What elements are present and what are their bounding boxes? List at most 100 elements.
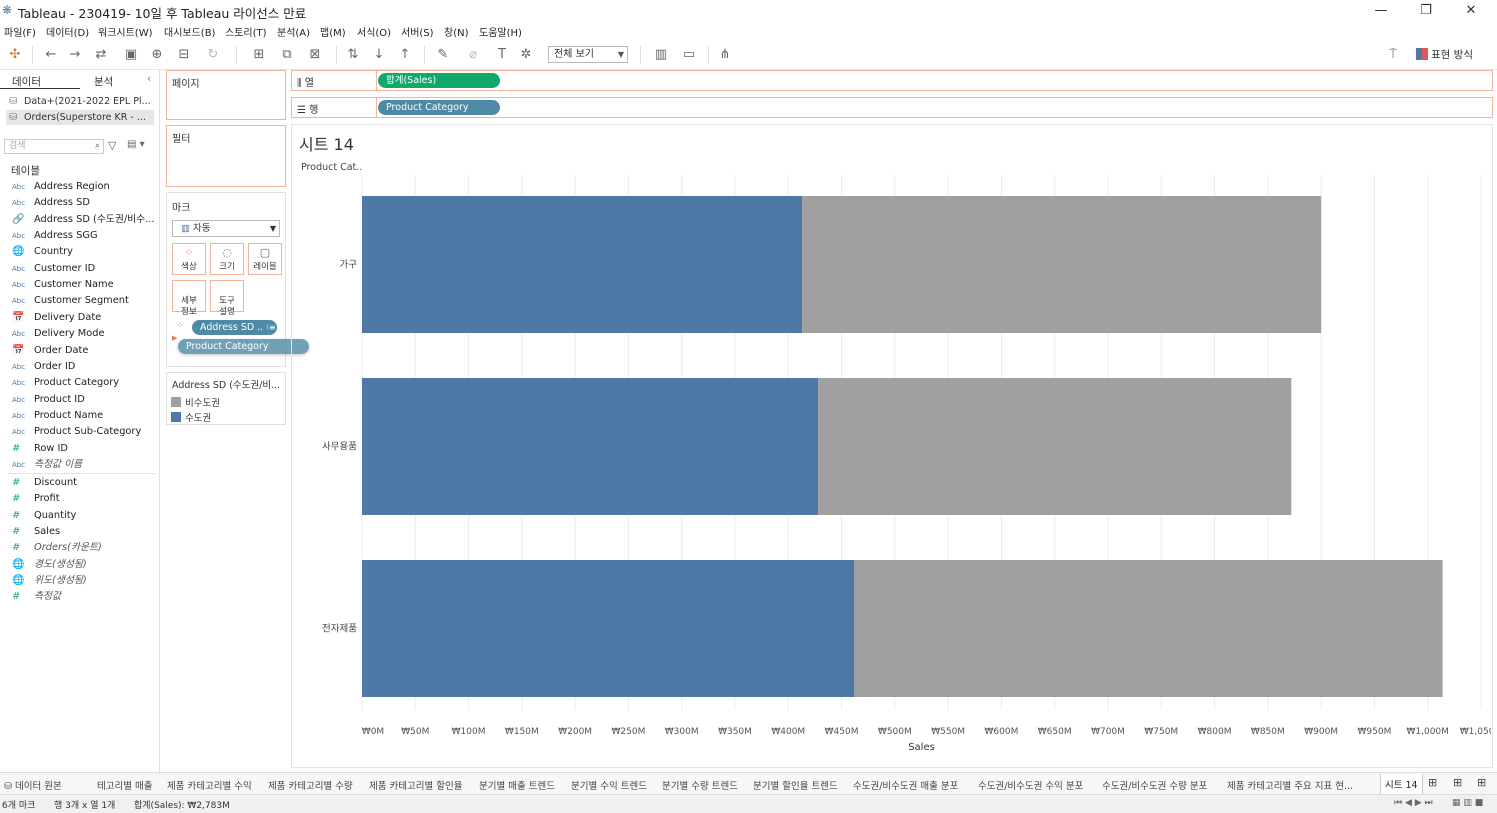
columns-shelf[interactable]: ⫼ 열 합계(Sales) xyxy=(291,70,1493,91)
sheet-tab[interactable]: 제품 카테고리별 주요 지표 현... xyxy=(1227,778,1353,792)
menu-dashboard[interactable]: 대시보드(B) xyxy=(164,24,215,39)
legend-item[interactable]: 비수도권 xyxy=(171,395,220,409)
field-item[interactable]: Abc Delivery Mode xyxy=(0,326,158,342)
pause-updates-icon[interactable]: ⊟ xyxy=(172,46,196,64)
clear-sheet-icon[interactable]: ⊠ xyxy=(302,46,328,64)
sheet-tab[interactable]: 제품 카테고리별 할인율 xyxy=(369,778,462,792)
field-item[interactable]: # Quantity xyxy=(0,508,158,524)
swap-axes-icon[interactable]: ⇅ xyxy=(344,46,362,64)
sheet-tab[interactable]: 분기별 수익 트렌드 xyxy=(571,778,647,792)
sheet-tab[interactable]: 분기별 할인율 트렌드 xyxy=(753,778,838,792)
menu-window[interactable]: 창(N) xyxy=(444,24,468,39)
field-item[interactable]: # 측정값 xyxy=(0,589,158,605)
sheet-tab[interactable]: 시트 14 xyxy=(1380,774,1423,795)
field-item[interactable]: Abc Customer ID xyxy=(0,261,158,277)
tab-data[interactable]: 데이터 xyxy=(12,74,41,89)
label-button[interactable]: ▢ 레이블 xyxy=(248,243,282,275)
restore-icon[interactable]: ❐ xyxy=(1416,2,1436,20)
undo-icon[interactable]: ← xyxy=(42,46,60,64)
guide-icon[interactable]: ⍑ xyxy=(1384,46,1402,64)
field-item[interactable]: # Row ID xyxy=(0,441,158,457)
dragged-field-pill[interactable]: Product Category xyxy=(178,339,309,354)
duplicate-sheet-icon[interactable]: ⧉ xyxy=(278,46,296,64)
menu-data[interactable]: 데이터(D) xyxy=(46,24,89,39)
sort-ascending-icon[interactable]: ↓ xyxy=(370,46,388,64)
field-item[interactable]: 🔗 Address SD (수도권/비수... xyxy=(0,212,158,228)
new-worksheet-icon[interactable]: ⊞ xyxy=(246,46,272,64)
sheet-tab[interactable]: 분기별 매출 트렌드 xyxy=(479,778,555,792)
share-icon[interactable]: ⋔ xyxy=(716,46,734,64)
legend-item[interactable]: 수도권 xyxy=(171,410,211,424)
new-worksheet-icon[interactable]: ⊞ xyxy=(1428,776,1437,789)
menu-map[interactable]: 맵(M) xyxy=(320,24,346,39)
replay-icon[interactable]: ⇄ xyxy=(90,46,112,64)
field-item[interactable]: Abc Customer Name xyxy=(0,277,158,293)
field-item[interactable]: Abc 측정값 이름 xyxy=(0,457,158,473)
menu-analysis[interactable]: 분석(A) xyxy=(277,24,310,39)
field-item[interactable]: Abc Product Name xyxy=(0,408,158,424)
filters-card[interactable]: 필터 xyxy=(166,125,286,187)
pages-card[interactable]: 페이지 xyxy=(166,70,286,120)
new-story-icon[interactable]: ⊞ xyxy=(1477,776,1486,789)
sheet-tab[interactable]: 제품 카테고리별 수량 xyxy=(268,778,353,792)
field-item[interactable]: # Sales xyxy=(0,524,158,540)
tableau-home-icon[interactable]: ✣ xyxy=(6,46,24,64)
group-icon[interactable]: ⌀ xyxy=(462,46,484,64)
tooltip-button[interactable]: 도구 설명 xyxy=(210,280,244,317)
labels-icon[interactable]: T xyxy=(494,46,510,64)
detail-button[interactable]: 세부 정보 xyxy=(172,280,206,317)
field-item[interactable]: # Orders(카운트) xyxy=(0,540,158,556)
field-item[interactable]: Abc Customer Segment xyxy=(0,293,158,309)
sheet-tab[interactable]: 수도권/비수도권 수익 분포 xyxy=(978,778,1083,792)
field-item[interactable]: 📅 Order Date xyxy=(0,343,158,359)
menu-story[interactable]: 스토리(T) xyxy=(225,24,267,39)
highlight-icon[interactable]: ✎ xyxy=(432,46,454,64)
field-item[interactable]: Abc Product ID xyxy=(0,392,158,408)
pin-icon[interactable]: ✲ xyxy=(518,46,534,64)
field-item[interactable]: 🌐 경도(생성됨) xyxy=(0,557,158,573)
datasource-item[interactable]: ⛁ Data+(2021-2022 EPL Pl... xyxy=(6,94,154,109)
menu-file[interactable]: 파일(F) xyxy=(4,24,36,39)
sheet-tab[interactable]: 테고리별 매출 xyxy=(97,778,152,792)
tab-analysis[interactable]: 분석 xyxy=(94,74,113,89)
size-button[interactable]: ◌ 크기 xyxy=(210,243,244,275)
sheet-tab[interactable]: 분기별 수량 트렌드 xyxy=(662,778,738,792)
view-options-icon[interactable]: ▤ ▾ xyxy=(127,139,145,150)
sheet-tab[interactable]: 제품 카테고리별 수익 xyxy=(167,778,252,792)
minimize-icon[interactable]: — xyxy=(1371,2,1391,20)
menu-help[interactable]: 도움말(H) xyxy=(479,24,522,39)
rows-shelf[interactable]: ☰ 행 Product Category xyxy=(291,97,1493,118)
fit-view-select[interactable]: 전체 보기 ▼ xyxy=(548,46,628,63)
field-item[interactable]: Abc Address Region xyxy=(0,179,158,195)
field-item[interactable]: Abc Address SGG xyxy=(0,228,158,244)
field-item[interactable]: Abc Product Category xyxy=(0,375,158,391)
close-icon[interactable]: ✕ xyxy=(1461,2,1481,20)
tab-datasource[interactable]: ⛁ 데이터 원본 xyxy=(4,778,62,792)
show-me-button[interactable]: 표현 방식 xyxy=(1416,47,1473,62)
field-item[interactable]: # Discount xyxy=(0,475,158,491)
sheet-tab[interactable]: 수도권/비수도권 수량 분포 xyxy=(1102,778,1207,792)
field-search-input[interactable]: 검색 ⌕ xyxy=(4,139,104,154)
color-button[interactable]: ⁘ 색상 xyxy=(172,243,206,275)
redo-icon[interactable]: → xyxy=(66,46,84,64)
menu-format[interactable]: 서식(O) xyxy=(357,24,391,39)
mark-type-select[interactable]: ▥ 자동 ▼ xyxy=(172,220,280,237)
datasource-item-selected[interactable]: ⛁ Orders(Superstore KR - ... xyxy=(6,110,154,125)
menu-worksheet[interactable]: 워크시트(W) xyxy=(98,24,153,39)
save-icon[interactable]: ▣ xyxy=(122,46,140,64)
new-dashboard-icon[interactable]: ⊞ xyxy=(1453,776,1462,789)
show-cards-icon[interactable]: ▥ xyxy=(648,46,674,64)
field-item[interactable]: 📅 Delivery Date xyxy=(0,310,158,326)
field-item[interactable]: # Profit xyxy=(0,491,158,507)
field-item[interactable]: Abc Product Sub-Category xyxy=(0,424,158,440)
new-datasource-icon[interactable]: ⊕ xyxy=(148,46,166,64)
field-item[interactable]: Abc Address SD xyxy=(0,195,158,211)
presentation-icon[interactable]: ▭ xyxy=(680,46,698,64)
sheet-nav-icon[interactable]: ⏮ ◀ ▶ ⏭ xyxy=(1394,798,1433,808)
columns-pill[interactable]: 합계(Sales) xyxy=(378,73,500,88)
rows-pill[interactable]: Product Category xyxy=(378,100,500,115)
refresh-icon[interactable]: ↻ xyxy=(202,46,224,64)
field-item[interactable]: 🌐 위도(생성됨) xyxy=(0,573,158,589)
field-item[interactable]: 🌐 Country xyxy=(0,244,158,260)
menu-server[interactable]: 서버(S) xyxy=(401,24,434,39)
